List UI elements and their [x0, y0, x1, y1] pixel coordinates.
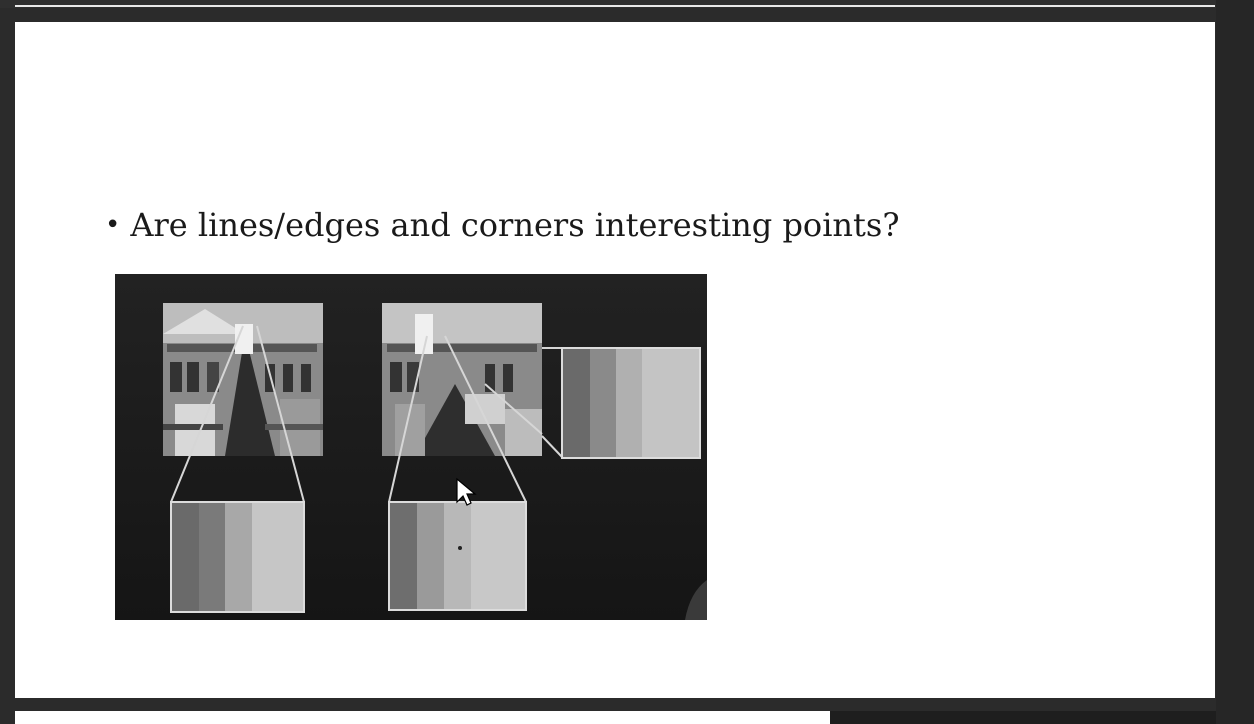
figure-svg [115, 274, 707, 620]
previous-slide-edge [15, 5, 1215, 7]
slide-figure-image [115, 274, 707, 620]
building-photo-left [163, 303, 323, 456]
bullet-text: Are lines/edges and corners interesting … [130, 206, 900, 244]
slide-page: • Are lines/edges and corners interesting… [15, 22, 1215, 698]
vertical-scrollbar[interactable] [1216, 0, 1254, 724]
next-slide-edge [15, 711, 830, 724]
patch-corner [561, 347, 701, 459]
patch-edge [388, 501, 527, 611]
bullet-dot: • [105, 210, 121, 240]
building-photo-right [382, 303, 542, 456]
bottom-dark-panel [830, 711, 1216, 724]
patch-flat [170, 501, 305, 613]
bullet-item: • Are lines/edges and corners interesting… [105, 206, 899, 244]
